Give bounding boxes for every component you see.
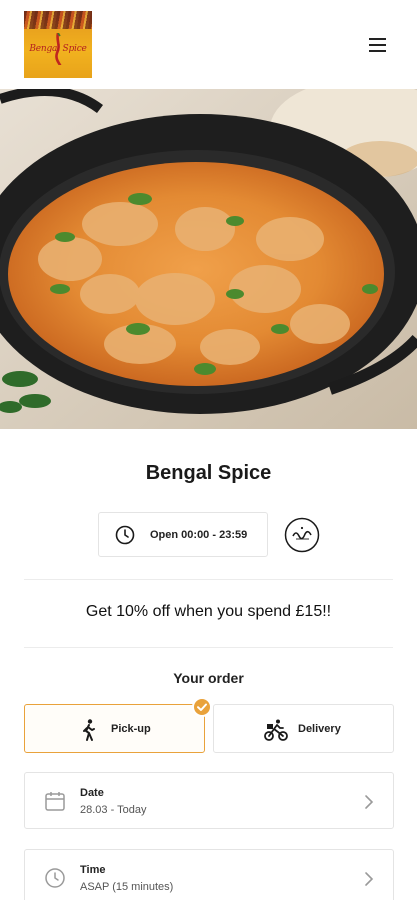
pickup-label: Pick-up: [111, 723, 151, 735]
opening-hours-text: Open 00:00 - 23:59: [150, 529, 248, 541]
time-selector[interactable]: Time ASAP (15 minutes): [24, 849, 394, 900]
clock-icon: [115, 525, 135, 545]
time-value: ASAP (15 minutes): [80, 881, 174, 893]
calendar-icon: [45, 792, 65, 811]
date-selector[interactable]: Date 28.03 - Today: [24, 772, 394, 829]
date-label: Date: [80, 787, 104, 799]
cyclist-icon: [264, 719, 288, 741]
pickup-option[interactable]: Pick-up: [24, 704, 205, 753]
curry-dish-photo: [0, 89, 417, 429]
opening-hours-badge: Open 00:00 - 23:59: [98, 512, 268, 557]
time-label: Time: [80, 864, 106, 876]
delivery-option[interactable]: Delivery: [213, 704, 394, 753]
selected-check-icon: [192, 697, 212, 717]
order-heading: Your order: [173, 670, 244, 686]
hero-image: [0, 89, 417, 429]
promo-text: Get 10% off when you spend £15!!: [85, 603, 332, 620]
divider: [24, 579, 393, 580]
walking-person-icon: [83, 719, 95, 741]
logo-text: Bengal Spice: [29, 44, 87, 54]
hamburger-menu-icon[interactable]: [366, 36, 390, 54]
logo-spice-banner: [24, 11, 92, 29]
clock-icon: [45, 868, 65, 888]
chevron-right-icon: [365, 795, 374, 809]
delivery-label: Delivery: [298, 723, 341, 735]
divider: [24, 647, 393, 648]
halal-badge-icon: [284, 517, 320, 553]
date-value: 28.03 - Today: [80, 804, 147, 816]
app-header: Bengal Spice: [0, 0, 417, 89]
restaurant-logo[interactable]: Bengal Spice: [24, 11, 92, 78]
restaurant-name: Bengal Spice: [145, 462, 272, 484]
chevron-right-icon: [365, 872, 374, 886]
